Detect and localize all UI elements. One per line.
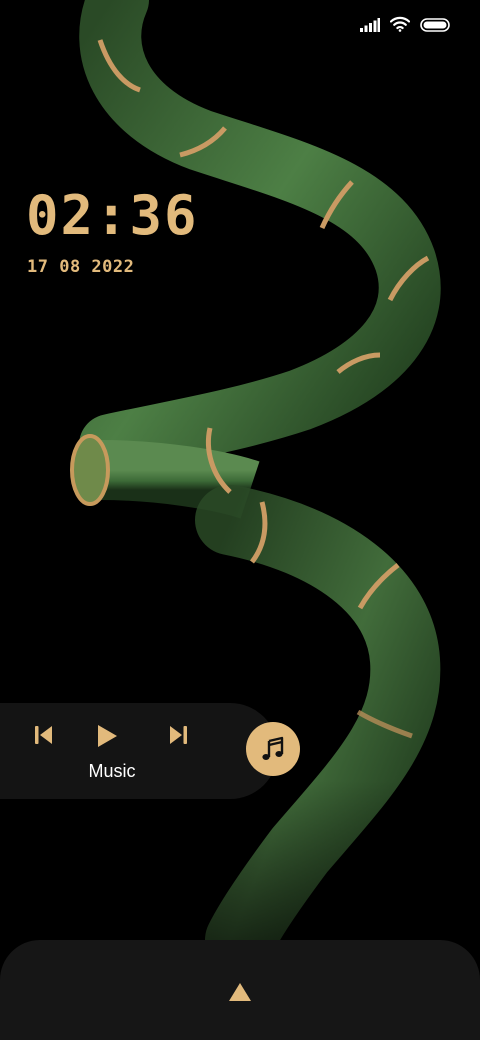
battery-icon [420, 17, 450, 36]
swipe-up-button[interactable] [228, 982, 252, 1006]
up-arrow-icon [229, 983, 251, 1001]
status-bar [360, 16, 450, 36]
music-label: Music [88, 761, 136, 781]
previous-icon [35, 726, 52, 744]
signal-icon [360, 17, 380, 36]
play-icon [98, 725, 117, 747]
music-widget: Music [0, 703, 278, 799]
bottom-panel[interactable] [0, 940, 480, 1040]
next-button[interactable] [168, 724, 188, 750]
wifi-icon [389, 16, 411, 36]
music-app-button[interactable] [246, 722, 300, 776]
next-icon [170, 726, 187, 744]
bamboo-wallpaper [0, 0, 480, 1040]
lockscreen-clock: 02:36 [26, 184, 199, 247]
previous-button[interactable] [34, 724, 54, 750]
music-note-icon [262, 736, 284, 760]
lockscreen-date: 17 08 2022 [27, 257, 135, 277]
play-button[interactable] [96, 724, 118, 752]
